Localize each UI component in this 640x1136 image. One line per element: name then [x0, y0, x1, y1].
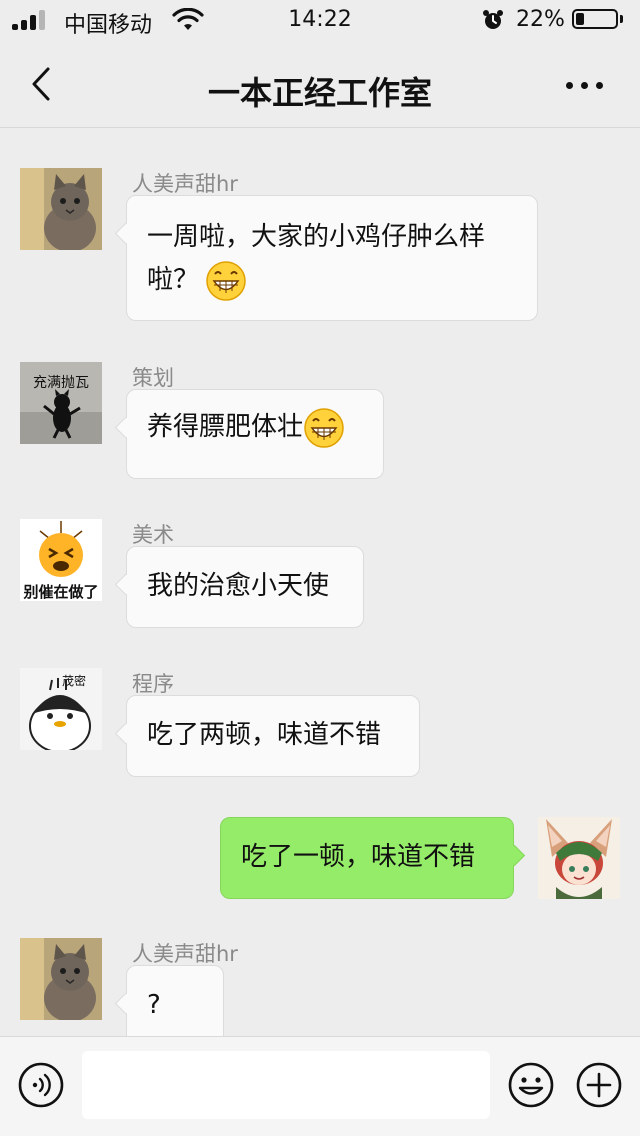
avatar-caption: 茂密: [62, 674, 87, 688]
more-icon[interactable]: [560, 66, 610, 102]
message-text: ?: [147, 990, 161, 1020]
message-bubble[interactable]: 吃了一顿，味道不错: [220, 817, 526, 899]
chat-header: 一本正经工作室: [0, 40, 640, 128]
battery-tip: [620, 15, 623, 23]
voice-icon[interactable]: [17, 1061, 65, 1109]
chat-title: 一本正经工作室: [207, 74, 432, 112]
message-list[interactable]: 人美声甜hr 一周啦，大家的小鸡仔肿么样 啦？ 充满抛瓦 策划 养得膘肥体壮 别…: [0, 128, 640, 1036]
message-text: 我的治愈小天使: [147, 571, 330, 601]
grin-emoji-icon: [206, 260, 246, 301]
sender-name: 程序: [132, 672, 174, 696]
input-bar: [0, 1036, 640, 1136]
sender-name: 策划: [132, 366, 174, 390]
plus-icon[interactable]: [575, 1061, 623, 1109]
message-bubble[interactable]: ?: [114, 965, 224, 1036]
grin-emoji-icon: [304, 407, 344, 448]
alarm-icon: [483, 10, 503, 29]
avatar-caption: 别催在做了: [23, 583, 99, 601]
penguin-sticker-avatar[interactable]: 茂密: [20, 668, 102, 750]
cat-avatar[interactable]: [20, 938, 102, 1020]
message-bubble[interactable]: 养得膘肥体壮: [114, 389, 384, 479]
cat-avatar[interactable]: [20, 168, 102, 250]
message-text: 养得膘肥体壮: [147, 412, 304, 442]
message-bubble[interactable]: 我的治愈小天使: [114, 546, 364, 628]
battery-icon: [572, 9, 618, 29]
stressed-emoji-avatar[interactable]: 别催在做了: [20, 519, 102, 601]
message-text: 吃了一顿，味道不错: [241, 842, 476, 872]
black-cat-sticker-avatar[interactable]: 充满抛瓦: [20, 362, 102, 444]
sender-name: 人美声甜hr: [132, 172, 238, 196]
battery-percent: 22%: [516, 7, 565, 32]
message-bubble[interactable]: 吃了两顿，味道不错: [114, 695, 420, 777]
message-bubble[interactable]: 一周啦，大家的小鸡仔肿么样 啦？: [114, 195, 538, 321]
emoji-icon[interactable]: [507, 1061, 555, 1109]
message-text: 一周啦，大家的小鸡仔肿么样: [147, 222, 486, 252]
message-input[interactable]: [82, 1051, 490, 1119]
battery-level-fill: [576, 13, 584, 25]
status-bar: 中国移动 14:22 22%: [0, 0, 640, 40]
sender-name: 美术: [132, 523, 174, 547]
message-text: 吃了两顿，味道不错: [147, 720, 382, 750]
sender-name: 人美声甜hr: [132, 942, 238, 966]
message-text: 啦？: [147, 265, 200, 295]
avatar-caption: 充满抛瓦: [33, 375, 89, 391]
anime-fox-girl-avatar[interactable]: [538, 817, 620, 899]
